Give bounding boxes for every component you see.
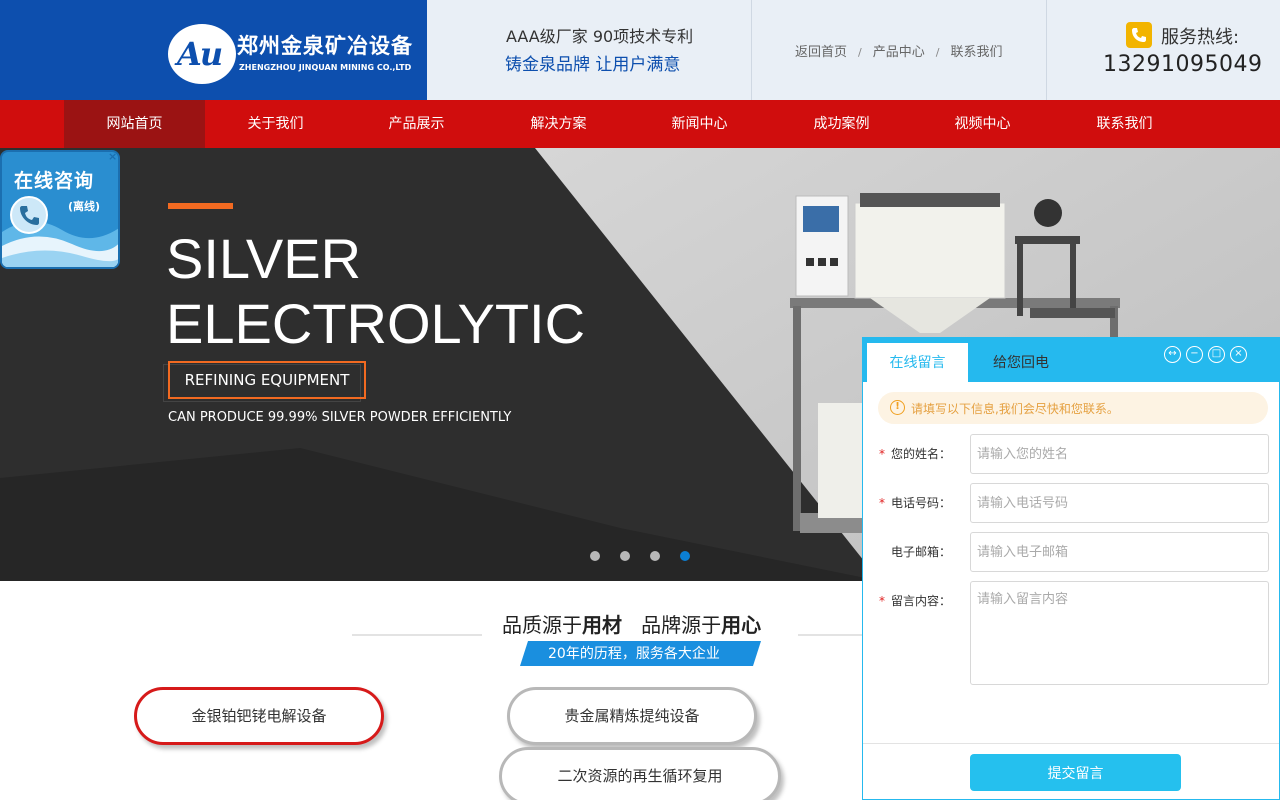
section-divider	[352, 634, 482, 636]
section-title: 品质源于用材 品牌源于用心	[502, 609, 761, 638]
title-part-1: 品质源于	[502, 613, 582, 637]
link-separator: /	[935, 46, 940, 59]
category-button-refining[interactable]: 贵金属精炼提纯设备	[507, 687, 757, 745]
title-bold-1: 用材	[582, 613, 622, 637]
phone-label-text: 电话号码：	[891, 496, 952, 510]
section-divider	[798, 634, 868, 636]
widget-status: (离线)	[68, 200, 101, 213]
nav-item-contact[interactable]: 联系我们	[1054, 100, 1195, 148]
nav-item-products[interactable]: 产品展示	[346, 100, 487, 148]
nav-item-about[interactable]: 关于我们	[205, 100, 346, 148]
link-separator: /	[858, 46, 862, 59]
title-part-2: 品牌源于	[641, 613, 722, 637]
resize-icon[interactable]: ↔	[1164, 346, 1181, 363]
main-nav: 网站首页 关于我们 产品展示 解决方案 新闻中心 成功案例 视频中心 联系我们	[0, 100, 1280, 148]
phone-label: * 电话号码：	[879, 494, 951, 511]
hotline-label: 服务热线:	[1161, 27, 1240, 48]
tab-callback[interactable]: 给您回电	[991, 343, 1051, 383]
nav-item-news[interactable]: 新闻中心	[629, 100, 770, 148]
hotline-number: 13291095049	[1103, 52, 1263, 77]
header-divider	[1046, 0, 1047, 100]
nav-item-solutions[interactable]: 解决方案	[488, 100, 629, 148]
banner-title: SILVER ELECTROLYTIC	[166, 226, 585, 356]
required-mark: *	[879, 447, 885, 461]
nav-item-cases[interactable]: 成功案例	[771, 100, 912, 148]
site-header: Au 郑州金泉矿冶设备 ZHENGZHOU JINQUAN MINING CO.…	[0, 0, 1280, 100]
warning-icon: !	[890, 400, 905, 415]
footer-divider	[863, 743, 1279, 744]
phone-icon	[1126, 22, 1152, 48]
name-input[interactable]	[970, 434, 1269, 474]
logo-mark-text: Au	[177, 35, 223, 73]
company-name-en: ZHENGZHOU JINQUAN MINING CO.,LTD	[239, 63, 412, 72]
phone-input[interactable]	[970, 483, 1269, 523]
phone-icon	[10, 196, 48, 234]
submit-message-button[interactable]: 提交留言	[970, 754, 1181, 791]
message-label: * 留言内容：	[879, 592, 951, 609]
banner-title-line-2: ELECTROLYTIC	[166, 292, 586, 355]
section-subtitle: 20年的历程，服务各大企业	[548, 646, 720, 662]
name-label: * 您的姓名：	[879, 445, 951, 462]
maximize-icon[interactable]: □	[1208, 346, 1225, 363]
email-label-text: 电子邮箱：	[891, 545, 952, 559]
minimize-icon[interactable]: −	[1186, 346, 1203, 363]
notice-text: 请填写以下信息,我们会尽快和您联系。	[911, 402, 1119, 416]
slogan-line-1: AAA级厂家 90项技术专利	[506, 27, 694, 46]
logo-mark: Au	[168, 24, 236, 84]
message-panel: 在线留言 给您回电 ↔ − □ × ! 请填写以下信息,我们会尽快和您联系。 *…	[862, 337, 1280, 800]
email-label: 电子邮箱：	[879, 543, 951, 560]
banner-button[interactable]: REFINING EQUIPMENT	[168, 361, 366, 399]
message-label-text: 留言内容：	[891, 594, 952, 608]
slider-dot[interactable]	[650, 551, 660, 561]
link-contact[interactable]: 联系我们	[950, 41, 1002, 60]
slider-dot-active[interactable]	[680, 551, 690, 561]
company-name-cn: 郑州金泉矿冶设备	[237, 34, 413, 58]
required-mark: *	[879, 594, 885, 608]
slider-dot[interactable]	[620, 551, 630, 561]
close-icon[interactable]: ×	[1230, 346, 1247, 363]
link-products[interactable]: 产品中心	[873, 41, 925, 60]
tab-online-message[interactable]: 在线留言	[867, 343, 968, 383]
message-textarea[interactable]	[970, 581, 1269, 685]
nav-item-videos[interactable]: 视频中心	[912, 100, 1053, 148]
header-divider	[751, 0, 752, 100]
email-input[interactable]	[970, 532, 1269, 572]
link-home[interactable]: 返回首页	[795, 41, 847, 60]
widget-close-icon[interactable]: ×	[108, 150, 117, 163]
slider-dot[interactable]	[590, 551, 600, 561]
widget-title: 在线咨询	[14, 170, 95, 192]
category-button-electrolysis[interactable]: 金银铂钯铑电解设备	[134, 687, 384, 745]
banner-subtitle: CAN PRODUCE 99.99% SILVER POWDER EFFICIE…	[168, 410, 512, 425]
required-mark: *	[879, 496, 885, 510]
logo[interactable]: Au 郑州金泉矿冶设备 ZHENGZHOU JINQUAN MINING CO.…	[0, 0, 427, 100]
nav-item-home[interactable]: 网站首页	[64, 100, 205, 148]
notice-bar: ! 请填写以下信息,我们会尽快和您联系。	[878, 392, 1268, 424]
banner-accent-bar	[168, 203, 233, 209]
name-label-text: 您的姓名：	[891, 447, 952, 461]
top-links: 返回首页 / 产品中心 / 联系我们	[795, 41, 1002, 60]
category-button-recycling[interactable]: 二次资源的再生循环复用	[499, 747, 781, 800]
slogan-line-2: 铸金泉品牌 让用户满意	[505, 55, 681, 75]
online-consult-widget[interactable]: 在线咨询 (离线)	[0, 150, 120, 269]
banner-title-line-1: SILVER	[166, 227, 362, 290]
title-bold-2: 用心	[721, 613, 762, 637]
message-panel-header: 在线留言 给您回电 ↔ − □ ×	[863, 338, 1279, 383]
